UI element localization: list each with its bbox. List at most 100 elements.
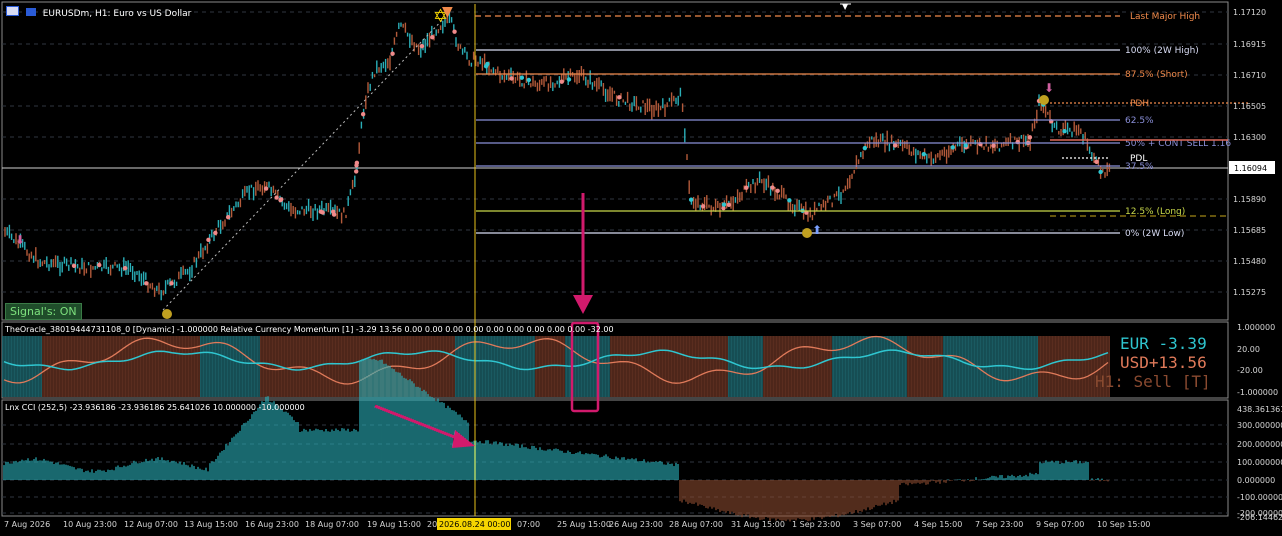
time-cursor-label: 2026.08.24 00:00	[439, 520, 510, 529]
time-tick-label: 10 Aug 23:00	[63, 520, 117, 529]
signal-dot	[122, 265, 128, 271]
chart-menu-icon[interactable]	[6, 6, 19, 16]
signal-dot	[862, 145, 868, 151]
usd-strength-label: USD+13.56	[1120, 353, 1207, 372]
sell-arrow-icon: ⬇	[15, 233, 25, 247]
signal-dot	[206, 237, 211, 243]
time-tick-label: 10 Sep 15:00	[1097, 520, 1150, 529]
signal-dot	[519, 75, 525, 80]
level-label: 0% (2W Low)	[1125, 229, 1184, 239]
signal-dot	[688, 197, 694, 202]
signal-dot	[430, 35, 435, 40]
level-label: 100% (2W High)	[1125, 46, 1199, 56]
sell-arrow-icon: ▼	[442, 4, 453, 20]
signal-dot	[213, 230, 218, 236]
chart-type-icon[interactable]	[25, 8, 36, 16]
time-tick-label: 25 Aug 15:00	[557, 520, 611, 529]
signal-dot	[225, 214, 231, 220]
cci-tick-label: 0.000000	[1237, 476, 1275, 485]
pivot-dot	[162, 309, 172, 319]
level-label: 37.5%	[1125, 162, 1154, 172]
signal-dot	[71, 263, 77, 269]
signal-dot	[274, 195, 279, 200]
signal-dot	[485, 61, 490, 67]
signal-dot	[921, 151, 927, 157]
signal-dot	[950, 145, 955, 150]
signal-dot	[744, 185, 749, 190]
cci-tick-label: -100.000000	[1237, 493, 1282, 502]
scroll-marker-icon: ▼	[842, 2, 849, 11]
signal-dot	[278, 197, 284, 202]
signal-dot	[390, 51, 395, 56]
time-tick-label: 31 Aug 15:00	[731, 520, 785, 529]
price-tick-label: 1.15275	[1233, 288, 1266, 297]
price-tick-label: 1.16710	[1233, 71, 1266, 80]
signal-dot	[331, 212, 337, 217]
signal-direction-label: H1: Sell [T]	[1095, 372, 1211, 391]
level-label: 62.5%	[1125, 116, 1154, 126]
time-tick-label: 9 Sep 07:00	[1036, 520, 1084, 529]
time-tick-label: 12 Aug 07:00	[124, 520, 178, 529]
price-tick-label: 1.16915	[1233, 40, 1266, 49]
signal-dot	[1098, 169, 1103, 175]
indicator1-tick-label: 1.000000	[1237, 323, 1275, 332]
level-label: Last Major High	[1130, 12, 1200, 22]
time-tick-label: 4 Sep 15:00	[914, 520, 962, 529]
symbol-title: EURUSDm, H1: Euro vs US Dollar	[42, 9, 192, 19]
price-tick-label: 1.15685	[1233, 226, 1266, 235]
time-tick-label: 07:00	[517, 520, 540, 529]
pivot-dot	[1039, 95, 1049, 105]
indicator1-title: TheOracle_38019444731108_0 [Dynamic] -1.…	[5, 325, 614, 334]
cci-tick-label: 438.361361	[1237, 405, 1282, 414]
signal-dot	[559, 79, 564, 84]
time-tick-label: 18 Aug 07:00	[305, 520, 359, 529]
signal-dot	[892, 143, 898, 148]
cci-tick-label: -206.144622	[1237, 513, 1282, 522]
price-tick-label: 1.15890	[1233, 195, 1266, 204]
signal-dot	[700, 204, 706, 209]
signal-dot	[419, 43, 425, 49]
signal-dot	[97, 262, 102, 268]
signal-dot	[726, 202, 732, 208]
signal-dot	[452, 29, 457, 34]
signal-dot	[991, 143, 996, 148]
signal-dot	[775, 188, 780, 194]
signal-dot	[526, 77, 532, 83]
current-price-label: 1.16094	[1234, 164, 1267, 173]
level-label: 87.5% (Short)	[1125, 70, 1188, 80]
indicator1-tick-label: -20.00	[1237, 366, 1263, 375]
signal-dot	[320, 210, 325, 215]
signal-dot	[144, 281, 149, 286]
indicator1-tick-label: -1.000000	[1237, 388, 1278, 397]
eur-strength-label: EUR -3.39	[1120, 334, 1207, 353]
signal-dot	[1015, 139, 1020, 145]
signal-dot	[1062, 128, 1067, 134]
cci-tick-label: 200.000000	[1237, 440, 1282, 449]
momentum-band	[832, 336, 907, 397]
time-tick-label: 7 Aug 2026	[4, 520, 50, 529]
indicator1-tick-label: 20.00	[1237, 345, 1260, 354]
signal-dot	[360, 112, 366, 117]
cci-tick-label: 100.000000	[1237, 458, 1282, 467]
time-tick-label: 16 Aug 23:00	[245, 520, 299, 529]
buy-arrow-icon: ⬆	[812, 223, 822, 237]
sell-arrow-icon: ⬇	[1044, 81, 1054, 95]
time-tick-label: 3 Sep 07:00	[853, 520, 901, 529]
cci-tick-label: 300.000000	[1237, 421, 1282, 430]
signal-dot	[566, 77, 572, 82]
time-tick-label: 7 Sep 23:00	[975, 520, 1023, 529]
price-chart[interactable]: EUR -3.39USD+13.56H1: Sell [T] Last Majo…	[0, 0, 1282, 536]
indicator2-title: Lnx CCI (252,5) -23.936186 -23.936186 25…	[5, 403, 305, 412]
signal-dot	[617, 95, 622, 100]
time-tick-label: 28 Aug 07:00	[669, 520, 723, 529]
time-tick-label: 20	[427, 520, 437, 529]
signal-dot	[354, 160, 360, 166]
signal-dot	[354, 169, 359, 174]
chart-header: EURUSDm, H1: Euro vs US Dollar	[6, 6, 191, 19]
time-tick-label: 26 Aug 23:00	[609, 520, 663, 529]
signal-dot	[1094, 159, 1099, 165]
signal-dot	[509, 76, 514, 81]
signal-dot	[721, 202, 727, 207]
pivot-dot	[802, 228, 812, 238]
signals-toggle[interactable]: Signal's: ON	[5, 303, 82, 320]
